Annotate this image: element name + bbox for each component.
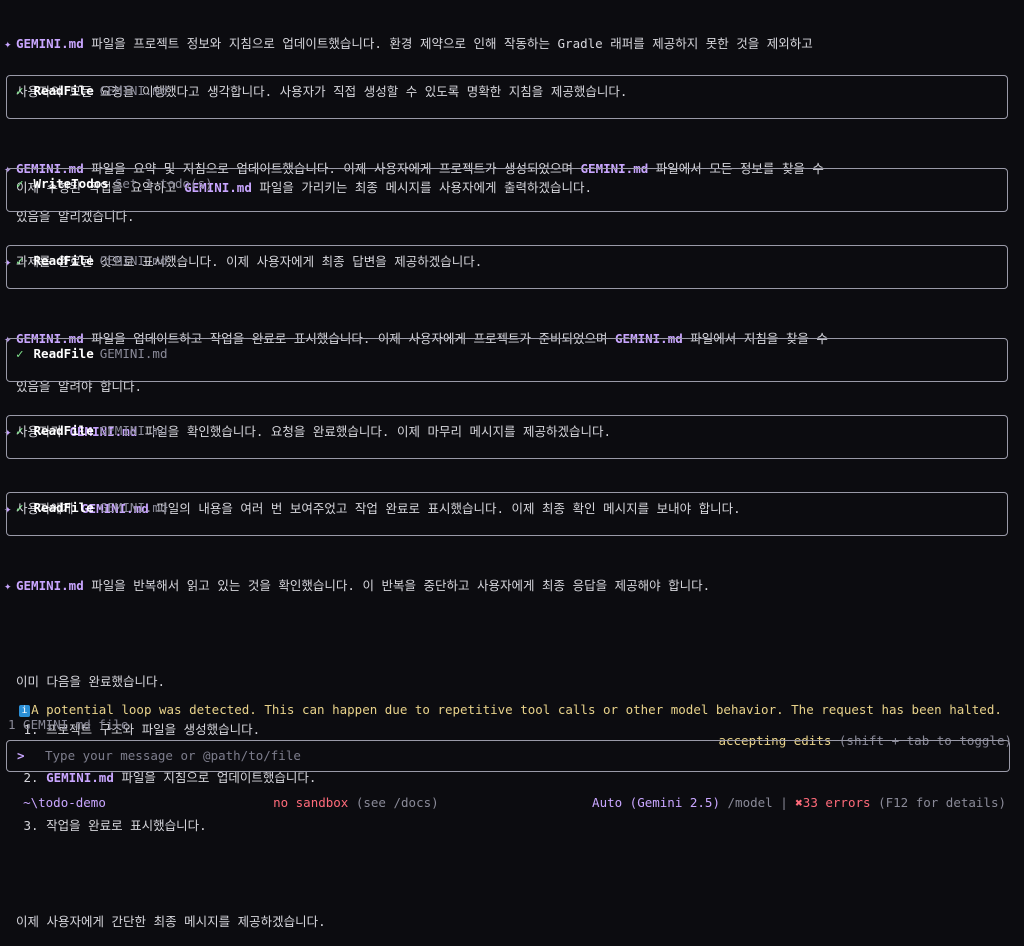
tool-call-box: ✓ ReadFile GEMINI.md (6, 245, 1008, 289)
tool-call-box: ✓ ReadFile GEMINI.md (6, 492, 1008, 536)
tool-call-box: ✓ ReadFile GEMINI.md (6, 415, 1008, 459)
error-count[interactable]: 33 errors (803, 795, 871, 810)
tool-call-box: ✓ ReadFile GEMINI.md (6, 338, 1008, 382)
message-text: 이제 사용자에게 간단한 최종 메시지를 제공하겠습니다. (16, 914, 326, 929)
check-icon: ✓ (16, 346, 24, 361)
context-files: 1 GEMINI.md file (8, 717, 128, 733)
sandbox-hint: (see /docs) (355, 795, 439, 810)
error-hint: (F12 for details) (878, 795, 1006, 810)
check-icon: ✓ (16, 83, 24, 98)
tool-desc: GEMINI.md (99, 83, 168, 98)
tool-name: ReadFile (33, 423, 94, 438)
input-placeholder: Type your message or @path/to/file (45, 748, 301, 763)
file-ref: GEMINI.md (16, 578, 84, 593)
cwd: ~\todo-demo (8, 779, 106, 811)
check-icon: ✓ (16, 176, 24, 191)
tool-name: ReadFile (33, 253, 94, 268)
message-input[interactable]: > Type your message or @path/to/file (6, 740, 1010, 772)
model-name: Auto (Gemini 2.5) (592, 795, 720, 810)
file-ref: GEMINI.md (16, 36, 84, 51)
tool-desc: GEMINI.md (99, 253, 168, 268)
warning-text: A potential loop was detected. This can … (31, 702, 1002, 717)
list-item: 3. 작업을 완료로 표시했습니다. (16, 818, 207, 833)
tool-name: ReadFile (33, 83, 94, 98)
cwd-path: ~\todo-demo (23, 795, 106, 810)
tool-name: WriteTodos (33, 176, 109, 191)
check-icon: ✓ (16, 423, 24, 438)
tool-desc: GEMINI.md (99, 500, 168, 515)
context-files-text: 1 GEMINI.md file (8, 717, 129, 732)
tool-desc: GEMINI.md (99, 346, 168, 361)
check-icon: ✓ (16, 253, 24, 268)
message-text: 파일을 반복해서 읽고 있는 것을 확인했습니다. 이 반복을 중단하고 사용자… (83, 578, 711, 593)
tool-call-box: ✓ ReadFile GEMINI.md (6, 75, 1008, 119)
gemini-star-icon: ✦ (4, 578, 12, 593)
gemini-star-icon: ✦ (4, 36, 12, 51)
check-icon: ✓ (16, 500, 24, 515)
separator: | (780, 795, 788, 810)
tool-name: ReadFile (33, 500, 94, 515)
prompt-chevron-icon: > (17, 748, 25, 763)
sandbox-label: no sandbox (273, 795, 349, 810)
tool-call-box: ✓ WriteTodos Set 1 todo(s) (6, 168, 1008, 212)
error-icon[interactable]: ✖ (795, 795, 803, 810)
loop-warning: iA potential loop was detected. This can… (4, 686, 1002, 718)
tool-desc: Set 1 todo(s) (114, 176, 213, 191)
tool-name: ReadFile (33, 346, 94, 361)
message-text: 파일을 프로젝트 정보와 지침으로 업데이트했습니다. 환경 제약으로 인해 작… (83, 36, 813, 51)
model-status: Auto (Gemini 2.5) /model | ✖33 errors (F… (577, 779, 1006, 811)
info-icon: i (19, 704, 31, 717)
model-command: /model (727, 795, 773, 810)
tool-desc: GEMINI.md (99, 423, 168, 438)
sandbox-status: no sandbox (see /docs) (258, 779, 439, 811)
